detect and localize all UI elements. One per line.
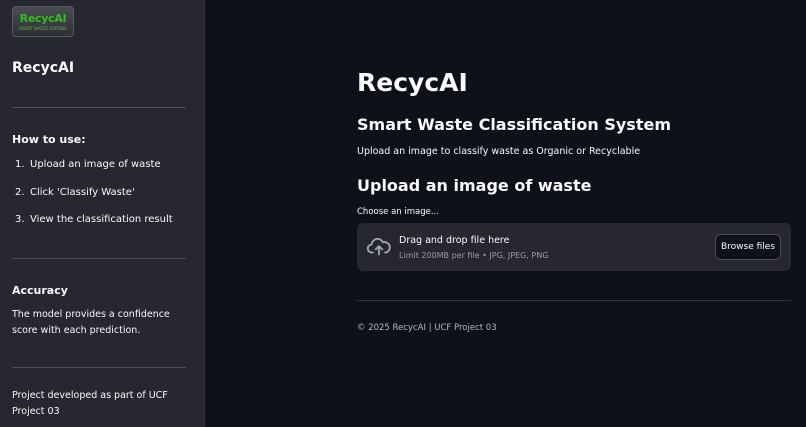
sidebar-title: RecycAI bbox=[12, 60, 75, 76]
sidebar-divider bbox=[12, 107, 186, 108]
project-note: Project developed as part of UCF Project… bbox=[12, 390, 168, 417]
cloud-upload-icon bbox=[367, 238, 391, 256]
footer-text: © 2025 RecycAI | UCF Project 03 bbox=[357, 323, 497, 333]
dropzone-limit-text: Limit 200MB per file • JPG, JPEG, PNG bbox=[399, 251, 549, 260]
file-dropzone[interactable]: Drag and drop file here Limit 200MB per … bbox=[357, 223, 791, 271]
step-item: 1. Upload an image of waste bbox=[15, 159, 161, 170]
page-title: RecycAI bbox=[357, 68, 468, 97]
step-item: 2. Click 'Classify Waste' bbox=[15, 186, 135, 198]
browse-files-button[interactable]: Browse files bbox=[715, 234, 781, 260]
sidebar-divider bbox=[12, 367, 186, 368]
recycai-logo: RecycAI SMART WASTE SORTING bbox=[12, 6, 74, 37]
accuracy-text: The model provides a confidence score wi… bbox=[12, 309, 170, 336]
upload-heading: Upload an image of waste bbox=[357, 176, 592, 195]
logo-text: RecycAI bbox=[19, 12, 67, 25]
sidebar-divider bbox=[12, 258, 186, 259]
sidebar: RecycAI SMART WASTE SORTING RecycAI How … bbox=[0, 0, 205, 427]
file-uploader-label: Choose an image... bbox=[357, 207, 439, 217]
main-divider bbox=[357, 300, 791, 301]
page-description: Upload an image to classify waste as Org… bbox=[357, 146, 641, 157]
how-to-use-steps: 1. Upload an image of waste 2. Click 'Clas… bbox=[15, 158, 173, 241]
logo-subtext: SMART WASTE SORTING bbox=[18, 26, 68, 31]
how-to-use-heading: How to use: bbox=[12, 133, 86, 146]
dropzone-instructions: Drag and drop file here bbox=[399, 235, 510, 246]
page-subtitle: Smart Waste Classification System bbox=[357, 115, 671, 134]
accuracy-heading: Accuracy bbox=[12, 284, 68, 297]
step-item: 3. View the classification result bbox=[15, 214, 173, 225]
